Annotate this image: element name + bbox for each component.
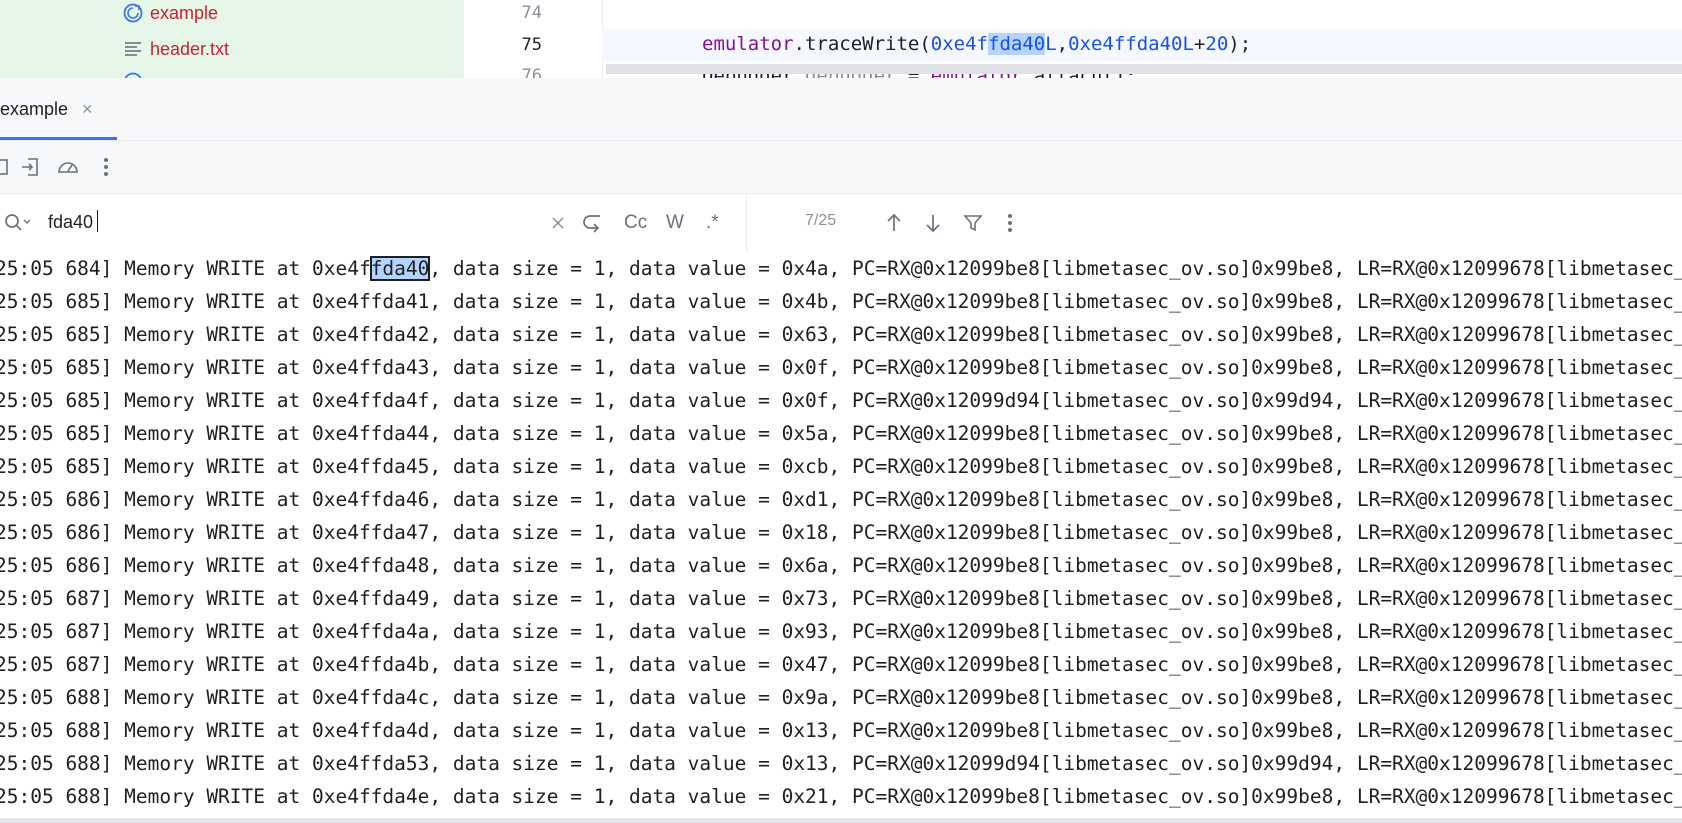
code-token: 0xe4ffda40L [1068,33,1194,55]
tree-item-example[interactable]: example [122,1,218,25]
search-history-icon[interactable] [3,210,31,236]
whole-words-button[interactable]: W [666,210,684,236]
log-line: 25:05 686] Memory WRITE at 0xe4ffda47, d… [0,521,1682,544]
text-file-icon [122,38,144,60]
run-config-icon [122,2,144,24]
restore-layout-icon[interactable] [0,154,12,180]
regex-button[interactable]: .* [706,210,719,236]
tree-item-header-txt[interactable]: header.txt [122,37,229,61]
regex-label: .* [706,212,719,233]
speedometer-icon[interactable] [55,154,81,180]
match-case-label: Cc [624,212,648,233]
code-token: 20 [1205,33,1229,55]
whole-words-label: W [666,212,684,233]
log-line: 25:05 688] Memory WRITE at 0xe4ffda4c, d… [0,686,1682,709]
log-line: 25:05 685] Memory WRITE at 0xe4ffda44, d… [0,422,1682,445]
line-number: 76 [521,66,542,78]
log-line: 25:05 685] Memory WRITE at 0xe4ffda45, d… [0,455,1682,478]
match-counter: 7/25 [805,212,837,229]
import-icon[interactable] [17,154,43,180]
tab-example[interactable]: example × [0,78,117,140]
tree-item-partial [122,70,144,78]
clear-search-icon[interactable] [551,210,565,236]
editor-pane: example header.txt 74 75 76 emulator.tra… [0,0,1682,78]
log-line: 25:05 688] Memory WRITE at 0xe4ffda53, d… [0,752,1682,775]
close-icon[interactable]: × [82,99,93,120]
log-line: 25:05 685] Memory WRITE at 0xe4ffda41, d… [0,290,1682,313]
log-line: 25:05 686] Memory WRITE at 0xe4ffda46, d… [0,488,1682,511]
line-number: 74 [521,3,542,23]
match-case-button[interactable]: Cc [624,210,647,236]
project-tree: example header.txt [0,0,464,78]
run-tab-bar: example × [0,78,1682,141]
code-token: + [1193,33,1206,55]
more-vertical-icon[interactable] [1007,210,1013,236]
more-vertical-icon[interactable] [93,154,119,180]
log-line: 25:05 687] Memory WRITE at 0xe4ffda4a, d… [0,620,1682,643]
console-search-bar: Cc W .* 7/25 [0,194,1682,253]
tree-item-label: example [150,2,219,23]
log-line: 25:05 687] Memory WRITE at 0xe4ffda4b, d… [0,653,1682,676]
previous-match-icon[interactable] [884,210,904,236]
code-token: , [1056,33,1069,55]
run-toolbar [0,141,1682,194]
code-search-match: fda40 [988,33,1046,55]
code-token: emulator [702,33,794,55]
log-line: 25:05 685] Memory WRITE at 0xe4ffda4f, d… [0,389,1682,412]
code-line-current[interactable]: emulator.traceWrite(0xe4ffda40L,0xe4ffda… [602,29,1682,61]
code-token: 0xe4f [930,33,988,55]
line-number-gutter: 74 75 76 [464,0,603,78]
line-number-current: 75 [521,35,542,55]
search-divider [746,194,747,252]
log-line: 25:05 684] Memory WRITE at 0xe4ffda40, d… [0,256,1682,281]
log-line: 25:05 686] Memory WRITE at 0xe4ffda48, d… [0,554,1682,577]
next-match-icon[interactable] [923,210,943,236]
log-line: 25:05 685] Memory WRITE at 0xe4ffda42, d… [0,323,1682,346]
console-horizontal-scrollbar[interactable] [0,818,1682,823]
log-line: 25:05 685] Memory WRITE at 0xe4ffda43, d… [0,356,1682,379]
console-output[interactable]: 25:05 684] Memory WRITE at 0xe4ffda40, d… [0,252,1682,823]
filter-icon[interactable] [962,210,984,236]
tab-label: example [0,98,69,119]
search-match-highlight: fda40 [369,256,431,281]
text-caret [97,210,98,232]
code-token: ); [1228,33,1252,55]
code-token: L [1045,33,1057,55]
tree-item-label: header.txt [150,38,230,59]
editor-horizontal-scrollbar[interactable] [606,64,1682,74]
code-token: .traceWrite( [793,33,931,55]
run-config-icon [122,71,144,78]
search-input[interactable] [48,208,528,236]
log-line: 25:05 687] Memory WRITE at 0xe4ffda49, d… [0,587,1682,610]
log-line: 25:05 688] Memory WRITE at 0xe4ffda4d, d… [0,719,1682,742]
log-line: 25:05 688] Memory WRITE at 0xe4ffda4e, d… [0,785,1682,808]
new-line-icon[interactable] [580,210,606,236]
